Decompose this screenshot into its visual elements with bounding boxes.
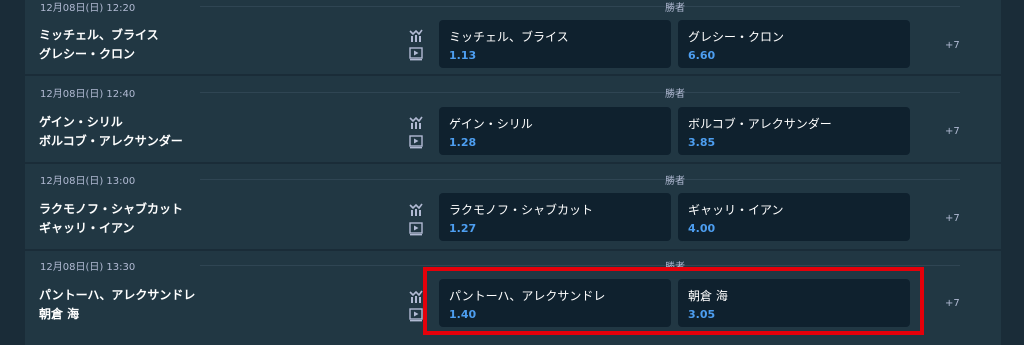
odds-name: ラクモノフ・シャブカット xyxy=(449,203,594,217)
odds-button[interactable]: ボルコブ・アレクサンダー 3.85 xyxy=(678,107,910,155)
odds-value: 1.13 xyxy=(449,49,477,62)
more-markets-button[interactable]: +7 xyxy=(945,126,960,137)
odds-name: ボルコブ・アレクサンダー xyxy=(688,117,832,131)
player1-name: ゲイン・シリル xyxy=(39,115,123,129)
stats-icon[interactable] xyxy=(409,115,423,129)
play-icon[interactable] xyxy=(409,308,423,322)
odds-name: グレシー・クロン xyxy=(688,30,785,44)
player1-name: ラクモノフ・シャブカット xyxy=(39,202,184,216)
match-date: 12月08日(日) 13:00 xyxy=(40,176,136,187)
odds-button[interactable]: ラクモノフ・シャブカット 1.27 xyxy=(439,193,671,241)
divider xyxy=(200,265,960,266)
odds-button[interactable]: ギャッリ・イアン 4.00 xyxy=(678,193,910,241)
odds-value: 4.00 xyxy=(688,222,716,235)
odds-value: 1.28 xyxy=(449,136,477,149)
player1-name: パントーハ、アレクサンドレ xyxy=(39,288,196,302)
odds-value: 6.60 xyxy=(688,49,716,62)
more-markets-button[interactable]: +7 xyxy=(945,40,960,51)
divider xyxy=(200,92,960,93)
odds-value: 3.85 xyxy=(688,136,716,149)
odds-button[interactable]: ミッチェル、ブライス 1.13 xyxy=(439,20,671,68)
highlight-box xyxy=(423,267,924,335)
stats-icon[interactable] xyxy=(409,28,423,42)
odds-name: ギャッリ・イアン xyxy=(688,203,784,217)
market-label: 勝者 xyxy=(665,176,685,187)
odds-name: ミッチェル、ブライス xyxy=(449,30,569,44)
match-date: 12月08日(日) 12:20 xyxy=(40,3,136,14)
stats-icon[interactable] xyxy=(409,289,423,303)
player2-name: 朝倉 海 xyxy=(39,307,80,321)
match-row: 12月08日(日) 13:00 勝者 ラクモノフ・シャブカット ギャッリ・イアン… xyxy=(25,163,1001,251)
player2-name: ギャッリ・イアン xyxy=(39,221,135,235)
odds-value: 1.27 xyxy=(449,222,477,235)
player2-name: グレシー・クロン xyxy=(39,47,136,61)
play-icon[interactable] xyxy=(409,222,423,236)
match-row: 12月08日(日) 12:20 勝者 ミッチェル、ブライス グレシー・クロン ミ… xyxy=(25,0,1001,76)
more-markets-button[interactable]: +7 xyxy=(945,298,960,309)
player2-name: ボルコブ・アレクサンダー xyxy=(39,134,183,148)
odds-name: ゲイン・シリル xyxy=(449,117,533,131)
player1-name: ミッチェル、ブライス xyxy=(39,28,159,42)
odds-button[interactable]: グレシー・クロン 6.60 xyxy=(678,20,910,68)
play-icon[interactable] xyxy=(409,47,423,61)
match-date: 12月08日(日) 12:40 xyxy=(40,89,136,100)
divider xyxy=(200,179,960,180)
match-row: 12月08日(日) 12:40 勝者 ゲイン・シリル ボルコブ・アレクサンダー … xyxy=(25,76,1001,164)
play-icon[interactable] xyxy=(409,135,423,149)
more-markets-button[interactable]: +7 xyxy=(945,213,960,224)
odds-button[interactable]: ゲイン・シリル 1.28 xyxy=(439,107,671,155)
match-date: 12月08日(日) 13:30 xyxy=(40,262,136,273)
stats-icon[interactable] xyxy=(409,202,423,216)
market-label: 勝者 xyxy=(665,3,685,14)
market-label: 勝者 xyxy=(665,89,685,100)
divider xyxy=(200,6,960,7)
